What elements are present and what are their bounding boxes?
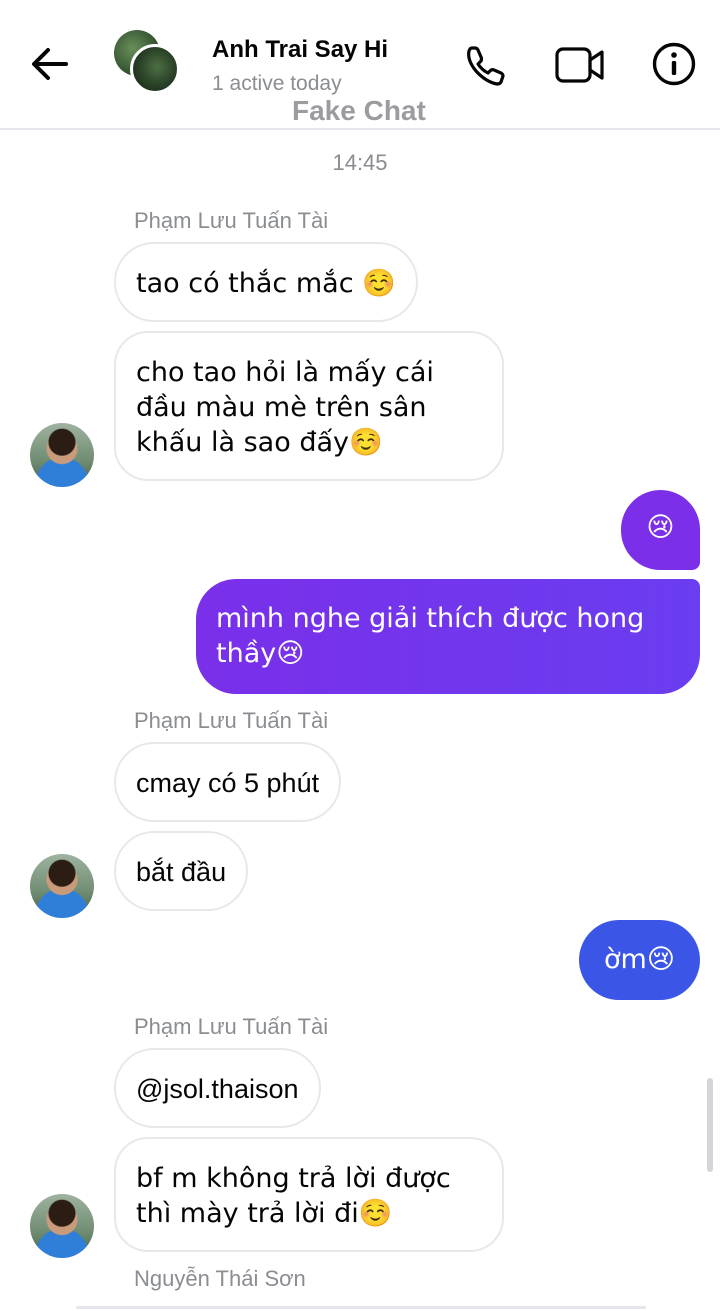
message-timestamp: 14:45 — [332, 150, 388, 175]
phone-icon[interactable] — [462, 40, 512, 90]
message-text: cho tao hỏi là mấy cái đầu màu mè trên s… — [136, 357, 434, 458]
incoming-message-bubble[interactable]: cmay có 5 phút — [114, 742, 342, 822]
video-camera-icon[interactable] — [554, 40, 604, 90]
incoming-message-bubble[interactable]: bf m không trả lời được thì mày trả lời … — [114, 1137, 504, 1252]
sender-avatar[interactable] — [30, 1194, 94, 1258]
sender-name: Nguyễn Thái Sơn — [134, 1266, 306, 1291]
chat-header: Anh Trai Say Hi 1 active today Fake Chat — [0, 0, 720, 130]
outgoing-message-bubble[interactable]: 😢 — [621, 490, 700, 570]
sender-name: Phạm Lưu Tuấn Tài — [134, 1014, 329, 1039]
message-text: mình nghe giải thích được hong thầy😢 — [216, 603, 645, 669]
sender-name: Phạm Lưu Tuấn Tài — [134, 708, 329, 733]
avatar — [130, 44, 180, 94]
message-text: bắt đầu — [136, 857, 227, 887]
outgoing-message-bubble[interactable]: mình nghe giải thích được hong thầy😢 — [196, 579, 700, 694]
message-text: tao có thắc mắc ☺️ — [136, 268, 396, 299]
outgoing-message-bubble[interactable]: ờm😢 — [579, 920, 700, 1000]
watermark-text: Fake Chat — [292, 95, 426, 126]
message-text: @jsol.thaison — [136, 1074, 299, 1104]
incoming-message-bubble[interactable]: tao có thắc mắc ☺️ — [114, 242, 418, 322]
message-text: ờm😢 — [604, 944, 675, 975]
message-text: 😢 — [646, 512, 675, 543]
conversation-title[interactable]: Anh Trai Say Hi — [212, 36, 388, 64]
back-arrow-icon[interactable] — [28, 44, 72, 84]
divider — [76, 1306, 646, 1309]
sender-avatar[interactable] — [30, 423, 94, 487]
message-text: bf m không trả lời được thì mày trả lời … — [136, 1163, 451, 1229]
scrollbar[interactable] — [707, 1078, 713, 1172]
incoming-message-bubble[interactable]: @jsol.thaison — [114, 1048, 321, 1128]
sender-name: Phạm Lưu Tuấn Tài — [134, 208, 329, 233]
active-status: 1 active today — [212, 72, 342, 95]
sender-avatar[interactable] — [30, 854, 94, 918]
incoming-message-bubble[interactable]: cho tao hỏi là mấy cái đầu màu mè trên s… — [114, 331, 504, 481]
info-icon[interactable] — [650, 40, 700, 90]
group-avatar[interactable] — [114, 30, 184, 96]
message-text: cmay có 5 phút — [136, 768, 320, 798]
incoming-message-bubble[interactable]: bắt đầu — [114, 831, 249, 911]
